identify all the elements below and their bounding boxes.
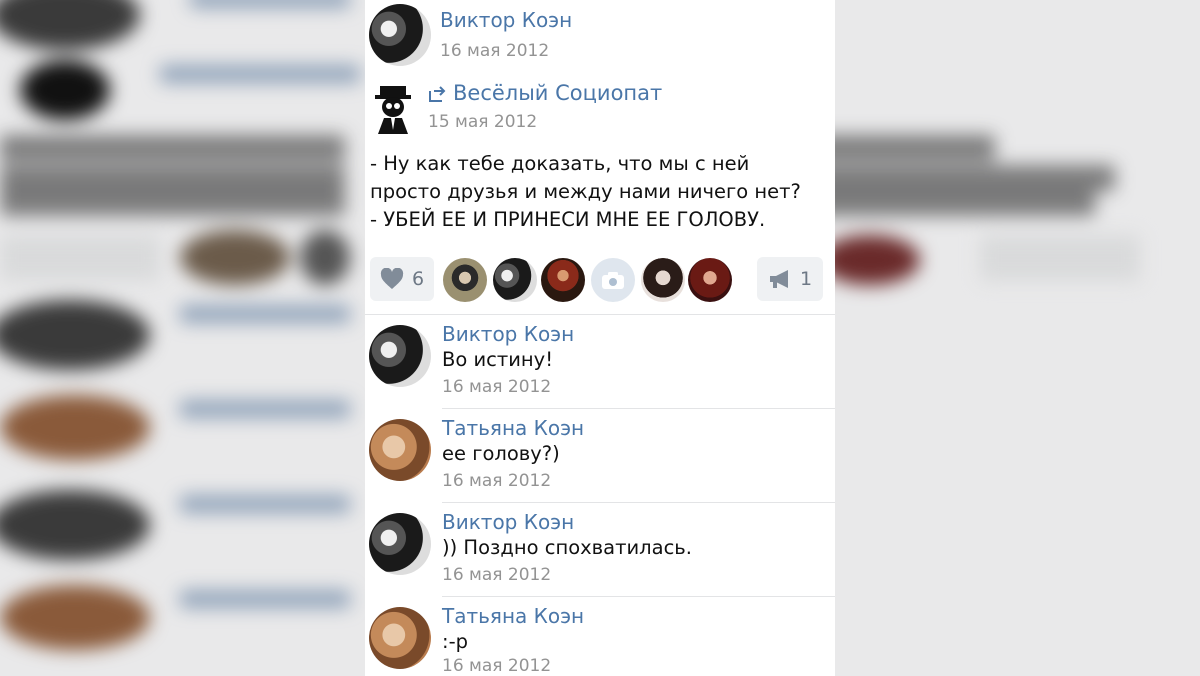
liker-avatar[interactable]	[541, 258, 585, 302]
comment-text: :-р	[442, 630, 468, 653]
comment-date[interactable]: 16 мая 2012	[442, 656, 551, 676]
camera-icon	[602, 272, 624, 289]
comment-author[interactable]: Виктор Коэн	[442, 510, 574, 534]
comment-text: ее голову?)	[442, 442, 560, 465]
megaphone-icon	[769, 270, 788, 288]
share-button[interactable]: 1	[757, 257, 823, 301]
repost-arrow-icon	[429, 86, 446, 102]
divider	[365, 314, 835, 315]
liker-avatar[interactable]	[688, 258, 732, 302]
liker-avatar[interactable]	[641, 258, 685, 302]
post-text-line: - Ну как тебе доказать, что мы с ней	[370, 152, 750, 175]
divider	[442, 596, 835, 597]
comment-date[interactable]: 16 мая 2012	[442, 565, 551, 585]
divider	[442, 502, 835, 503]
comment-text: )) Поздно спохватилась.	[442, 536, 692, 559]
author-date[interactable]: 16 мая 2012	[440, 41, 549, 61]
like-button[interactable]: 6	[370, 257, 434, 301]
sociopath-logo-icon	[375, 86, 411, 134]
wall-post-card: Виктор Коэн 16 мая 2012 Весёлый Социопат…	[365, 0, 835, 676]
comment-date[interactable]: 16 мая 2012	[442, 471, 551, 491]
comment-avatar[interactable]	[369, 513, 431, 575]
comment-avatar[interactable]	[369, 607, 431, 669]
comment-author[interactable]: Татьяна Коэн	[442, 416, 584, 440]
comment-avatar[interactable]	[369, 325, 431, 387]
divider	[442, 408, 835, 409]
likes-count: 6	[411, 268, 425, 290]
comment-author[interactable]: Виктор Коэн	[442, 322, 574, 346]
author-name[interactable]: Виктор Коэн	[440, 8, 572, 32]
liker-avatar[interactable]	[493, 258, 537, 302]
comment-author[interactable]: Татьяна Коэн	[442, 604, 584, 628]
repost-source-name[interactable]: Весёлый Социопат	[453, 81, 662, 105]
comment-text: Во истину!	[442, 348, 554, 371]
repost-source-avatar[interactable]	[370, 82, 416, 134]
repost-date[interactable]: 15 мая 2012	[428, 112, 537, 132]
liker-no-photo[interactable]	[591, 258, 635, 302]
heart-icon	[380, 268, 404, 289]
liker-avatar[interactable]	[443, 258, 487, 302]
post-text-line: просто друзья и между нами ничего нет?	[370, 180, 801, 203]
comment-date[interactable]: 16 мая 2012	[442, 377, 551, 397]
shares-count: 1	[799, 268, 813, 290]
post-text-line: - УБЕЙ ЕЕ И ПРИНЕСИ МНЕ ЕЕ ГОЛОВУ.	[370, 208, 766, 231]
comment-avatar[interactable]	[369, 419, 431, 481]
author-avatar[interactable]	[369, 4, 431, 66]
